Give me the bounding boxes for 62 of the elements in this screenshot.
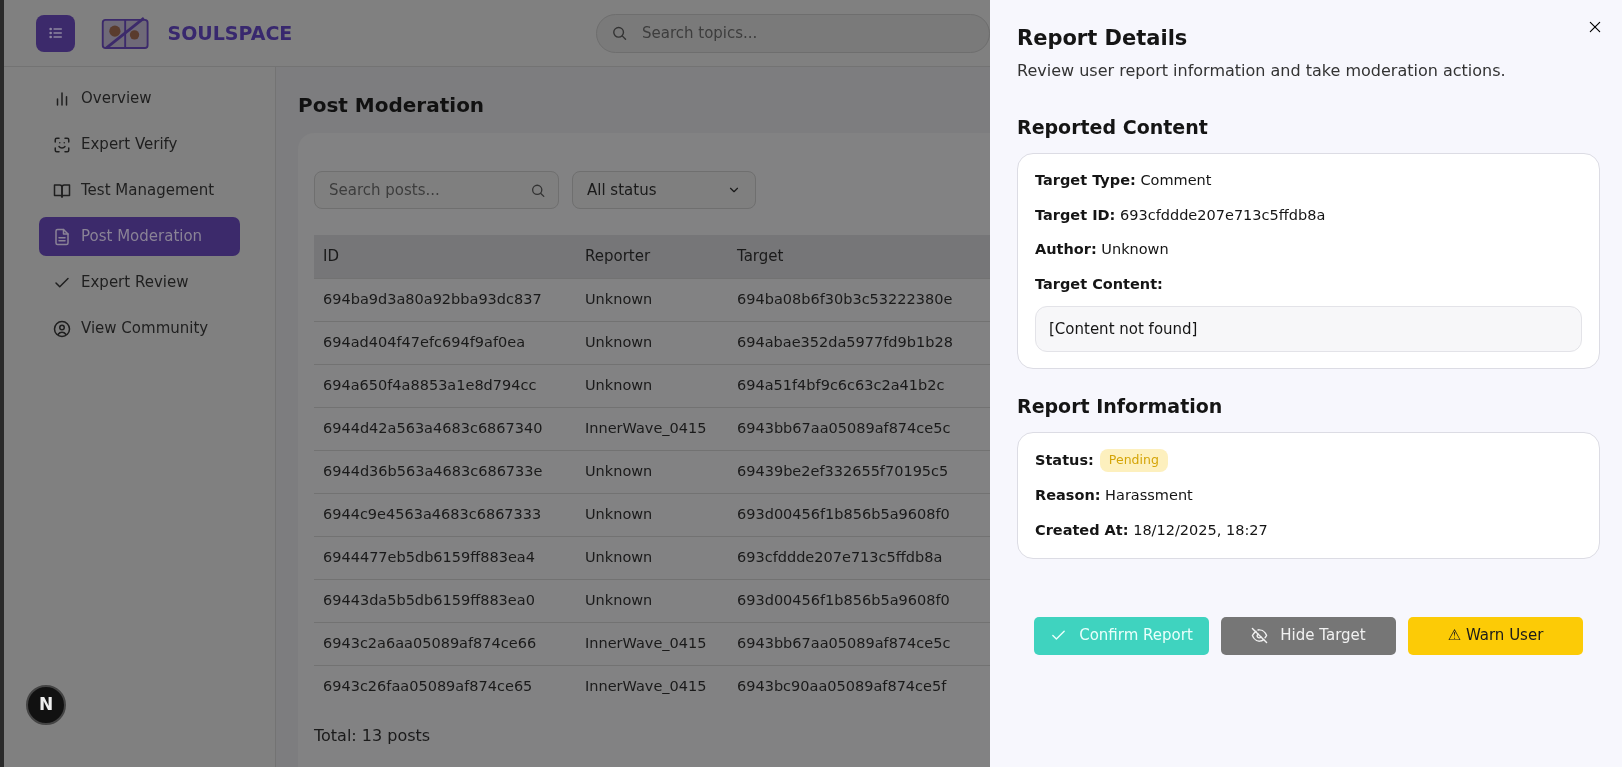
table-cell: 694ba9d3a80a92bba93dc837 xyxy=(314,278,576,321)
column-header: Target xyxy=(728,235,990,278)
content-box: [Content not found] xyxy=(1035,306,1582,353)
close-icon xyxy=(1588,20,1602,34)
sidebar-item[interactable]: Expert Review xyxy=(39,263,240,302)
logo-text: SOULSPACE xyxy=(167,20,293,46)
column-header: Reporter xyxy=(576,235,728,278)
table-cell: InnerWave_0415 xyxy=(576,665,728,708)
face-scan-icon xyxy=(53,135,71,154)
book-icon xyxy=(53,181,71,200)
table-cell: Unknown xyxy=(576,536,728,579)
table-cell: Unknown xyxy=(576,579,728,622)
status-badge: Pending xyxy=(1099,449,1168,473)
search-field[interactable]: Search posts... xyxy=(327,177,531,203)
floating-button[interactable]: N xyxy=(26,685,66,725)
field-text: Author: Unknown xyxy=(1035,240,1170,260)
document-icon xyxy=(53,227,71,246)
sidebar-item[interactable]: Overview xyxy=(39,79,240,118)
table-cell: 6944d42a563a4683c6867340 xyxy=(314,407,576,450)
table-cell: 6944c9e4563a4683c6867333 xyxy=(314,493,576,536)
action-button[interactable]: ⚠ Warn User xyxy=(1408,616,1583,655)
field-text: Reason: Harassment xyxy=(1035,486,1194,506)
status-dropdown[interactable]: All status xyxy=(572,171,756,209)
section-heading: Report Information xyxy=(1017,395,1224,419)
table-cell: Unknown xyxy=(576,278,728,321)
search-bar[interactable]: Search posts... xyxy=(314,171,559,209)
table-cell: 694ad404f47efc694f9af0ea xyxy=(314,321,576,364)
field-text: Created At: 18/12/2025, 18:27 xyxy=(1035,520,1269,540)
search-icon xyxy=(611,24,628,42)
menu-icon xyxy=(47,25,64,41)
sidebar-item[interactable]: Test Management xyxy=(39,171,240,210)
table-cell: 69443da5b5db6159ff883ea0 xyxy=(314,579,576,622)
table-cell: Unknown xyxy=(576,493,728,536)
field-label: Status: xyxy=(1035,450,1094,470)
field-text: Target ID: 693cfddde207e713c5ffdb8a xyxy=(1035,205,1327,225)
panel-subtitle: Review user report information and take moderation actions. xyxy=(1017,60,1507,83)
total-count: Total: 13 posts xyxy=(314,725,432,747)
action-button[interactable]: Hide Target xyxy=(1221,616,1396,655)
table-cell: Unknown xyxy=(576,364,728,407)
panel-title: Report Details xyxy=(1017,26,1189,52)
page-title: Post Moderation xyxy=(298,93,486,117)
column-header: ID xyxy=(314,235,576,278)
field-label: Target Content: xyxy=(1035,275,1164,295)
user-circle-icon xyxy=(53,319,71,338)
menu-button[interactable] xyxy=(36,14,76,52)
table-cell: InnerWave_0415 xyxy=(576,407,728,450)
table-cell: Unknown xyxy=(576,450,728,493)
field-text: Target Type: Comment xyxy=(1035,171,1213,190)
table-cell: Unknown xyxy=(576,321,728,364)
table-cell: 6944477eb5db6159ff883ea4 xyxy=(314,536,576,579)
table-cell: 694a650f4a8853a1e8d794cc xyxy=(314,364,576,407)
section-heading: Reported Content xyxy=(1017,116,1209,139)
eye-off-icon xyxy=(1251,627,1269,645)
table-cell: 6943c26faa05089af874ce65 xyxy=(314,665,576,708)
table-cell: 6944d36b563a4683c686733e xyxy=(314,450,576,493)
search-field[interactable]: Search topics... xyxy=(639,20,989,46)
table-cell: InnerWave_0415 xyxy=(576,622,728,665)
sidebar-item[interactable]: Post Moderation xyxy=(39,217,240,256)
table-cell: 6943c2a6aa05089af874ce66 xyxy=(314,622,576,665)
search-bar[interactable]: Search topics... xyxy=(596,13,990,53)
sidebar-item[interactable]: View Community xyxy=(39,309,240,348)
sidebar-item[interactable]: Expert Verify xyxy=(39,125,240,164)
